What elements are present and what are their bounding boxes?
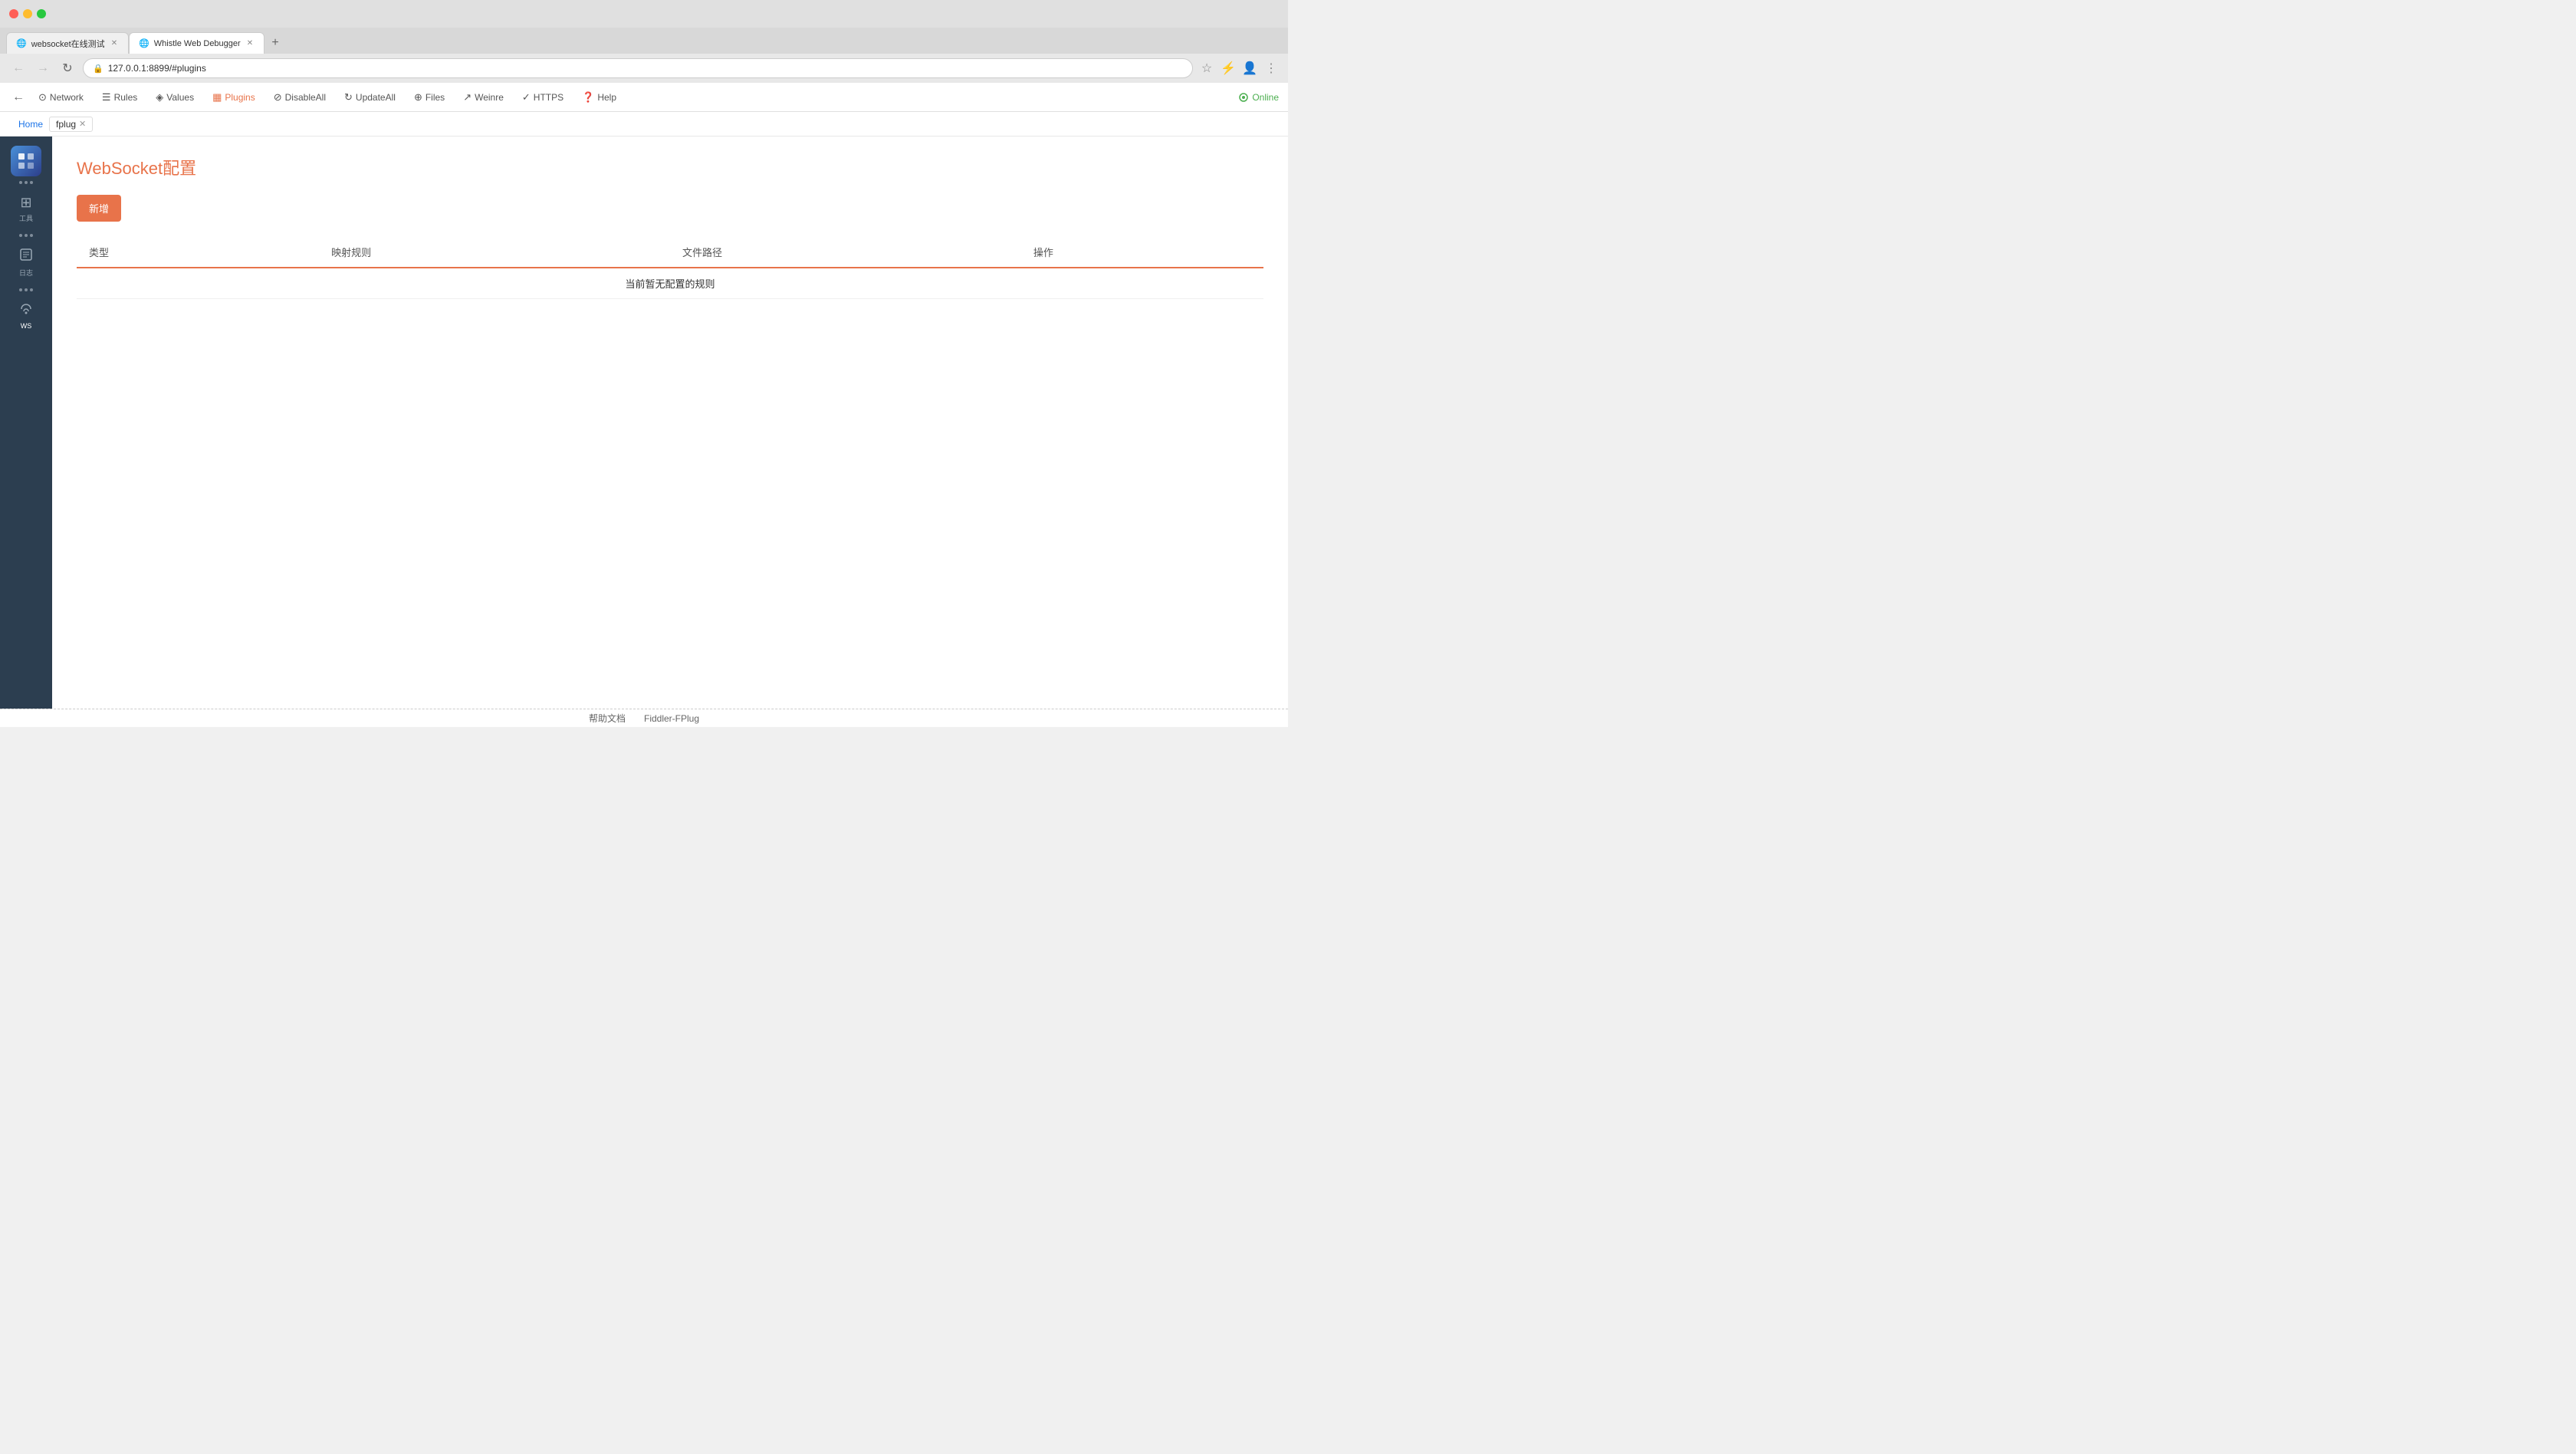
footer-fiddler[interactable]: Fiddler-FPlug xyxy=(644,713,699,724)
main-layout: ⊞ 工具 日志 xyxy=(0,137,1288,709)
address-text: 127.0.0.1:8899/#plugins xyxy=(108,63,206,74)
app-back-button[interactable]: ← xyxy=(9,88,28,107)
sidebar: ⊞ 工具 日志 xyxy=(0,137,52,709)
content-area: WebSocket配置 新增 类型 映射规则 文件路径 操作 当前暂无配置的规则 xyxy=(52,137,1288,709)
tab-favicon-1: 🌐 xyxy=(16,38,27,48)
nav-https[interactable]: ✓ HTTPS xyxy=(514,88,571,107)
new-tab-button[interactable]: + xyxy=(264,32,286,54)
tab-bar: 🌐 websocket在线测试 ✕ 🌐 Whistle Web Debugger… xyxy=(0,28,1288,54)
network-icon: ⊙ xyxy=(38,91,47,104)
plugins-icon: ▦ xyxy=(212,91,222,104)
tab-favicon-2: 🌐 xyxy=(139,38,150,48)
address-bar-row: ← → ↻ 🔒 127.0.0.1:8899/#plugins ☆ ⚡ 👤 ⋮ xyxy=(0,54,1288,83)
add-button[interactable]: 新增 xyxy=(77,195,121,222)
https-icon: ✓ xyxy=(522,91,531,104)
tab-whistle[interactable]: 🌐 Whistle Web Debugger ✕ xyxy=(129,32,264,54)
maximize-button[interactable] xyxy=(37,9,46,18)
sidebar-item-log[interactable]: 日志 xyxy=(5,242,48,284)
app-logo xyxy=(11,146,41,176)
col-type: 类型 xyxy=(77,237,319,268)
bookmark-icon[interactable]: ☆ xyxy=(1199,61,1214,76)
extension-icon[interactable]: ⚡ xyxy=(1221,61,1236,76)
sidebar-dots-3 xyxy=(19,284,33,296)
col-action: 操作 xyxy=(1021,237,1263,268)
minimize-button[interactable] xyxy=(23,9,32,18)
nav-disableall[interactable]: ⊘ DisableAll xyxy=(266,88,334,107)
tab-title-1: websocket在线测试 xyxy=(31,38,105,50)
online-status: Online xyxy=(1238,92,1279,103)
app-nav: ← ⊙ Network ☰ Rules ◈ Values ▦ Plugins ⊘… xyxy=(0,83,1288,112)
nav-files[interactable]: ⊕ Files xyxy=(406,88,452,107)
menu-icon[interactable]: ⋮ xyxy=(1263,61,1279,76)
log-icon xyxy=(19,248,33,265)
empty-message: 当前暂无配置的规则 xyxy=(77,268,1263,299)
breadcrumb-active: fplug ✕ xyxy=(49,117,93,132)
sidebar-item-tools[interactable]: ⊞ 工具 xyxy=(5,189,48,229)
traffic-lights xyxy=(9,9,46,18)
sidebar-item-ws[interactable]: WS xyxy=(5,296,48,336)
close-button[interactable] xyxy=(9,9,18,18)
ws-icon xyxy=(19,302,33,320)
nav-plugins[interactable]: ▦ Plugins xyxy=(205,88,263,107)
sidebar-dots-1 xyxy=(19,176,33,189)
nav-weinre[interactable]: ↗ Weinre xyxy=(455,88,511,107)
disableall-icon: ⊘ xyxy=(274,91,282,104)
tab-close-1[interactable]: ✕ xyxy=(110,39,119,48)
col-path: 文件路径 xyxy=(670,237,1021,268)
back-button[interactable]: ← xyxy=(9,59,28,77)
profile-icon[interactable]: 👤 xyxy=(1242,61,1257,76)
logo-icon xyxy=(15,150,37,172)
breadcrumb-close[interactable]: ✕ xyxy=(79,119,86,129)
forward-button[interactable]: → xyxy=(34,59,52,77)
nav-values[interactable]: ◈ Values xyxy=(148,88,202,107)
tab-websocket[interactable]: 🌐 websocket在线测试 ✕ xyxy=(6,32,129,54)
rules-icon: ☰ xyxy=(102,91,111,104)
nav-help[interactable]: ❓ Help xyxy=(574,88,624,107)
tab-title-2: Whistle Web Debugger xyxy=(154,39,241,48)
tab-close-2[interactable]: ✕ xyxy=(245,39,255,48)
tools-icon: ⊞ xyxy=(20,195,31,211)
breadcrumb: Home fplug ✕ xyxy=(0,112,1288,137)
updateall-icon: ↻ xyxy=(344,91,353,104)
weinre-icon: ↗ xyxy=(463,91,472,104)
table-empty-row: 当前暂无配置的规则 xyxy=(77,268,1263,299)
address-bar[interactable]: 🔒 127.0.0.1:8899/#plugins xyxy=(83,58,1193,78)
files-icon: ⊕ xyxy=(414,91,422,104)
footer: 帮助文档 Fiddler-FPlug xyxy=(0,709,1288,727)
reload-button[interactable]: ↻ xyxy=(58,59,77,77)
page-title: WebSocket配置 xyxy=(77,155,1263,179)
table-header-row: 类型 映射规则 文件路径 操作 xyxy=(77,237,1263,268)
config-table: 类型 映射规则 文件路径 操作 当前暂无配置的规则 xyxy=(77,237,1263,299)
sidebar-dots-2 xyxy=(19,229,33,242)
col-rule: 映射规则 xyxy=(319,237,670,268)
nav-updateall[interactable]: ↻ UpdateAll xyxy=(337,88,403,107)
help-icon: ❓ xyxy=(582,91,594,104)
title-bar xyxy=(0,0,1288,28)
values-icon: ◈ xyxy=(156,91,163,104)
breadcrumb-home[interactable]: Home xyxy=(12,116,49,133)
nav-network[interactable]: ⊙ Network xyxy=(31,88,91,107)
online-icon xyxy=(1238,92,1249,103)
footer-help[interactable]: 帮助文档 xyxy=(589,712,626,725)
nav-rules[interactable]: ☰ Rules xyxy=(94,88,145,107)
